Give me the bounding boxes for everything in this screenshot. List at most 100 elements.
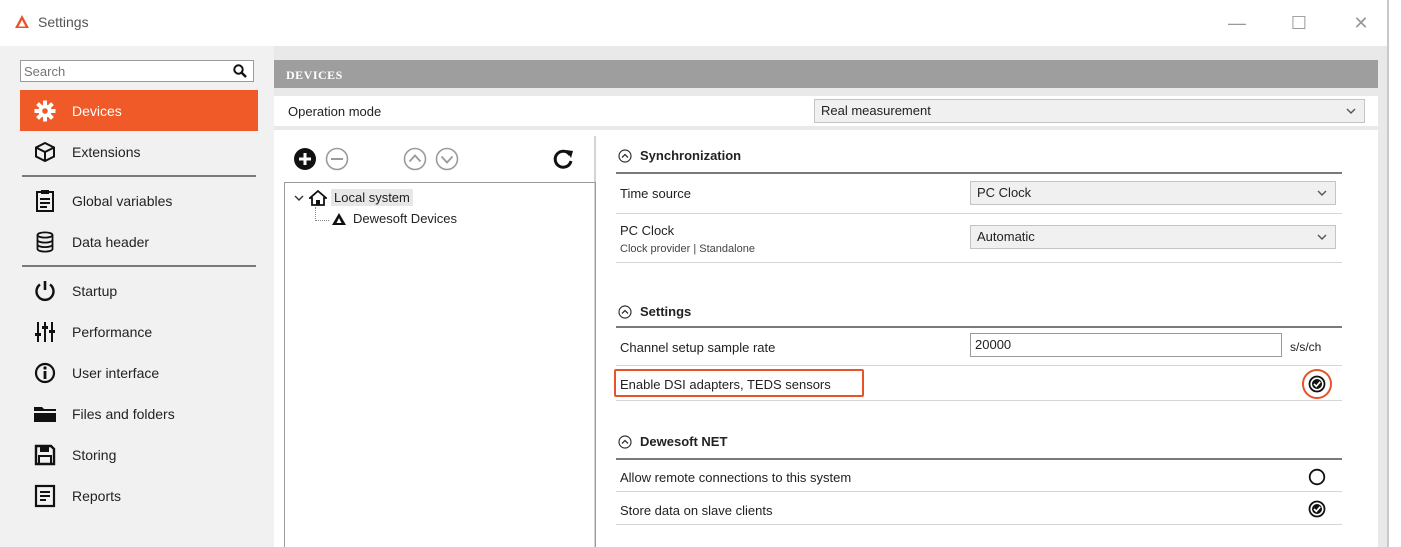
pc-clock-row: PC Clock Clock provider | Standalone Aut…: [616, 215, 1342, 263]
store-slave-checkbox[interactable]: [1308, 500, 1326, 518]
sidebar-item-label: Reports: [72, 487, 122, 504]
sample-rate-label: Channel setup sample rate: [620, 340, 776, 355]
sample-rate-unit: s/s/ch: [1290, 340, 1322, 354]
collapse-icon: [618, 434, 632, 449]
expand-chevron-icon[interactable]: [293, 192, 305, 204]
search-icon[interactable]: [232, 63, 248, 79]
sidebar-nav: Devices Extensions Global variables Data…: [20, 90, 258, 516]
collapse-icon: [618, 304, 632, 319]
folder-icon: [32, 402, 58, 426]
time-source-select[interactable]: PC Clock: [970, 181, 1336, 205]
database-icon: [32, 230, 58, 254]
sidebar-item-label: Files and folders: [72, 405, 175, 422]
cube-icon: [32, 140, 58, 164]
sidebar: Devices Extensions Global variables Data…: [0, 46, 274, 547]
settings-pane: Synchronization Time source PC Clock PC …: [610, 136, 1344, 547]
highlight-annotation: [1302, 369, 1332, 399]
tree-node-label: Local system: [331, 189, 413, 206]
sidebar-divider: [22, 175, 256, 177]
close-button[interactable]: ✕: [1346, 10, 1376, 36]
info-icon: [32, 361, 58, 385]
save-icon: [32, 443, 58, 467]
dewesoft-device-icon: [332, 212, 346, 225]
chevron-down-icon: [1346, 108, 1356, 114]
devices-content: Local system Dewesoft Devices Synchroniz…: [274, 130, 1378, 547]
time-source-value: PC Clock: [977, 185, 1032, 200]
chevron-down-icon: [1317, 190, 1327, 196]
remote-connections-checkbox[interactable]: [1308, 468, 1326, 486]
sidebar-item-label: Performance: [72, 323, 153, 340]
remove-device-icon[interactable]: [324, 146, 350, 172]
minimize-button[interactable]: —: [1222, 10, 1252, 36]
section-dewesoft-net[interactable]: Dewesoft NET: [618, 434, 727, 449]
store-slave-row: Store data on slave clients: [616, 493, 1342, 525]
move-up-icon[interactable]: [402, 146, 428, 172]
sidebar-divider: [22, 265, 256, 267]
tree-connector: [315, 207, 316, 221]
device-tree-pane: Local system Dewesoft Devices: [284, 136, 596, 547]
tree-connector: [315, 220, 329, 221]
operation-mode-select[interactable]: Real measurement: [814, 99, 1365, 123]
sidebar-item-label: Data header: [72, 233, 150, 250]
pc-clock-sublabel: Clock provider | Standalone: [620, 243, 755, 255]
time-source-label: Time source: [620, 186, 692, 201]
pc-clock-label: PC Clock: [620, 223, 675, 238]
highlight-annotation: [614, 369, 864, 397]
dewesoft-logo-icon: [15, 15, 29, 28]
search-box: [20, 60, 254, 82]
sidebar-item-devices[interactable]: Devices: [20, 90, 258, 131]
sidebar-item-reports[interactable]: Reports: [20, 475, 258, 516]
remote-connections-label: Allow remote connections to this system: [620, 470, 852, 485]
sidebar-item-startup[interactable]: Startup: [20, 270, 258, 311]
panel-header: DEVICES: [274, 60, 1378, 88]
search-input[interactable]: [21, 61, 221, 81]
maximize-button[interactable]: ☐: [1284, 10, 1314, 36]
pc-clock-value: Automatic: [977, 229, 1035, 244]
remote-connections-row: Allow remote connections to this system: [616, 460, 1342, 492]
operation-mode-value: Real measurement: [821, 103, 931, 118]
sidebar-item-label: Global variables: [72, 192, 173, 209]
title-bar: Settings — ☐ ✕: [0, 0, 1401, 46]
operation-mode-label: Operation mode: [288, 104, 382, 119]
chevron-down-icon: [1317, 234, 1327, 240]
sidebar-item-label: Startup: [72, 282, 118, 299]
time-source-row: Time source PC Clock: [616, 174, 1342, 214]
sidebar-item-extensions[interactable]: Extensions: [20, 131, 258, 172]
sidebar-item-data-header[interactable]: Data header: [20, 221, 258, 262]
move-down-icon[interactable]: [434, 146, 460, 172]
sidebar-item-label: Devices: [72, 102, 122, 119]
dsi-row: Enable DSI adapters, TEDS sensors: [614, 367, 1342, 401]
sidebar-item-label: Storing: [72, 446, 117, 463]
collapse-icon: [618, 148, 632, 163]
sidebar-item-performance[interactable]: Performance: [20, 311, 258, 352]
report-icon: [32, 484, 58, 508]
section-title: Settings: [640, 304, 692, 319]
refresh-icon[interactable]: [550, 146, 576, 172]
pc-clock-select[interactable]: Automatic: [970, 225, 1336, 249]
sample-rate-row: Channel setup sample rate 20000 s/s/ch: [616, 328, 1342, 366]
add-device-icon[interactable]: [292, 146, 318, 172]
sample-rate-input[interactable]: 20000: [970, 333, 1282, 357]
sidebar-item-files-and-folders[interactable]: Files and folders: [20, 393, 258, 434]
sliders-icon: [32, 320, 58, 344]
tree-node-local-system[interactable]: Local system: [293, 189, 413, 206]
sidebar-item-global-variables[interactable]: Global variables: [20, 180, 258, 221]
section-settings[interactable]: Settings: [618, 304, 691, 319]
store-slave-label: Store data on slave clients: [620, 503, 773, 518]
window-title: Settings: [38, 14, 89, 30]
operation-mode-row: Operation mode Real measurement: [274, 96, 1378, 126]
sidebar-item-storing[interactable]: Storing: [20, 434, 258, 475]
tree-node-label: Dewesoft Devices: [353, 211, 458, 226]
sidebar-item-user-interface[interactable]: User interface: [20, 352, 258, 393]
home-icon: [309, 189, 327, 206]
sidebar-item-label: Extensions: [72, 143, 141, 160]
section-synchronization[interactable]: Synchronization: [618, 148, 741, 163]
clipboard-icon: [32, 189, 58, 213]
tree-toolbar: [284, 136, 596, 180]
gear-icon: [32, 99, 58, 123]
section-title: Synchronization: [640, 148, 742, 163]
main-panel: DEVICES Operation mode Real measurement …: [274, 46, 1387, 547]
tree-node-dewesoft-devices[interactable]: Dewesoft Devices: [331, 211, 457, 226]
sidebar-item-label: User interface: [72, 364, 160, 381]
window-edge: [1387, 0, 1401, 547]
